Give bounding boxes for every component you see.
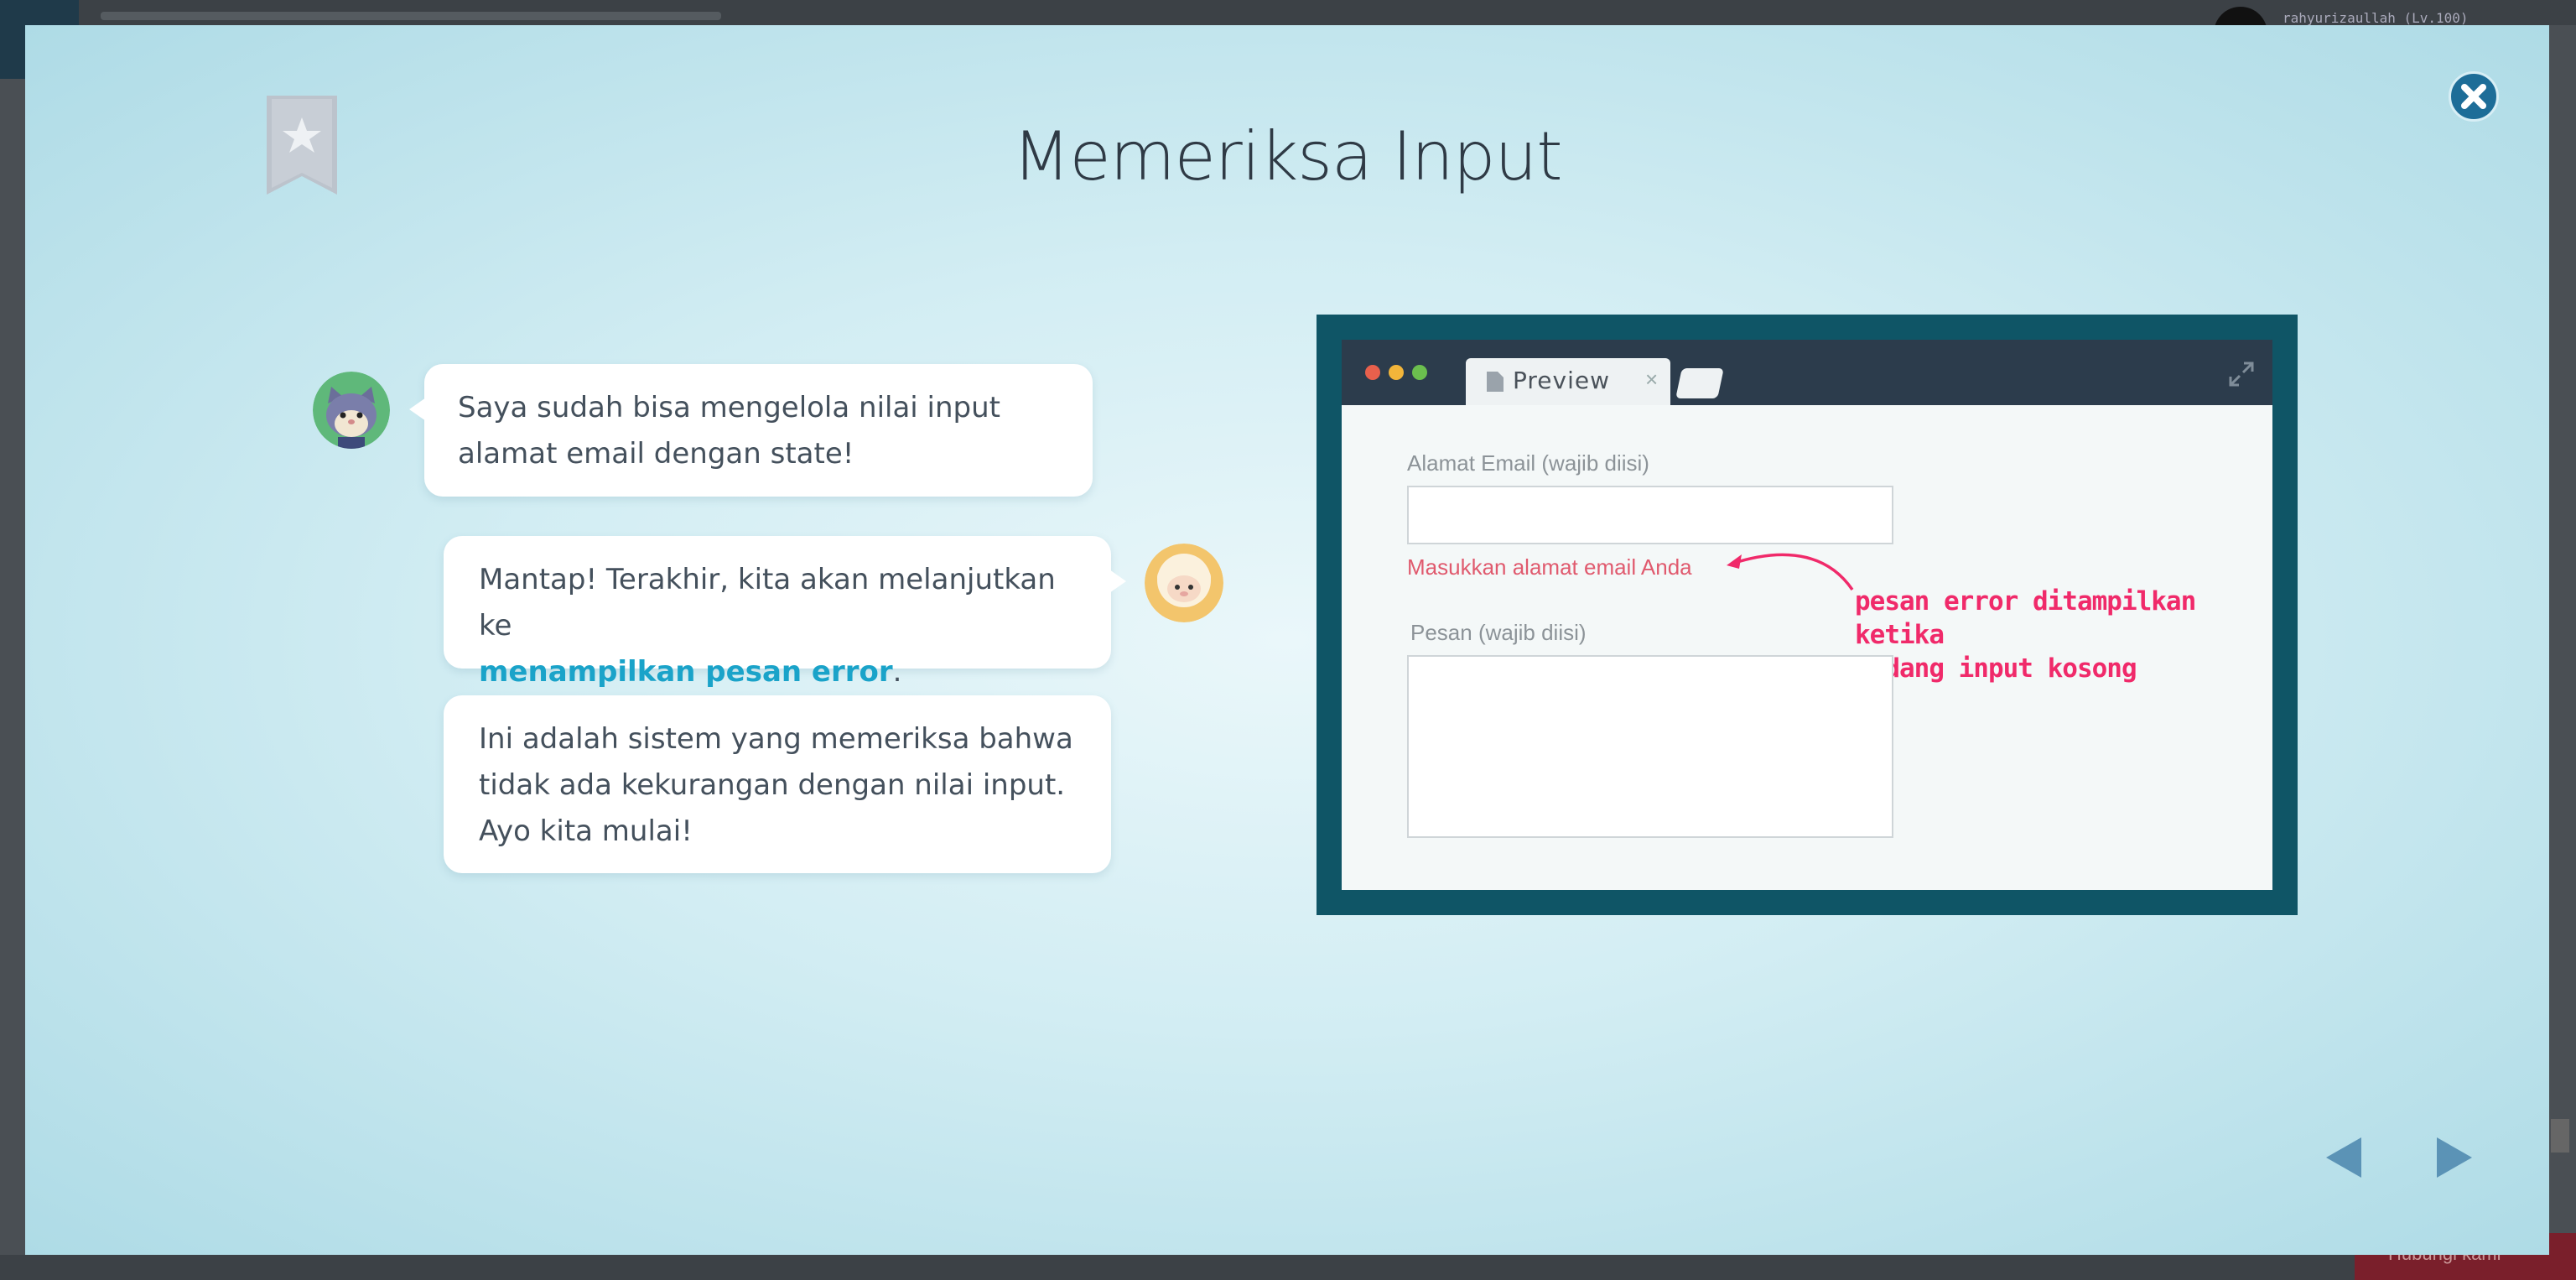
background-bottom-bar — [0, 1255, 2576, 1280]
chat-bubble-1-line-1: Saya sudah bisa mengelola nilai input — [458, 391, 1001, 424]
chat-bubble-2-line-1: Mantap! Terakhir, kita akan melanjutkan … — [479, 563, 1056, 643]
lesson-modal: Memeriksa Input Saya sudah bisa mengelol… — [25, 25, 2549, 1255]
next-arrow-icon[interactable] — [2425, 1132, 2475, 1183]
chat-bubble-3-line-1: Ini adalah sistem yang memeriksa bahwa — [479, 722, 1073, 756]
email-label: Alamat Email (wajib diisi) — [1407, 450, 1649, 476]
chat-bubble-3-line-3: Ayo kita mulai! — [479, 814, 693, 848]
message-field[interactable] — [1407, 655, 1893, 838]
chat-bubble-3: Ini adalah sistem yang memeriksa bahwa t… — [444, 695, 1111, 873]
cat-avatar — [313, 372, 390, 449]
tab-close-icon[interactable]: × — [1645, 367, 1658, 393]
email-field[interactable] — [1407, 486, 1893, 544]
email-error-message: Masukkan alamat email Anda — [1407, 554, 1692, 580]
document-icon — [1487, 372, 1504, 392]
page-title: Memeriksa Input — [1012, 117, 1562, 195]
browser-title-bar: Preview × — [1342, 340, 2272, 405]
preview-panel: Preview × Alamat Email (wajib diisi) Mas… — [1317, 315, 2298, 915]
chat-bubble-2-trailing: . — [892, 655, 902, 689]
tab-preview[interactable]: Preview × — [1466, 358, 1670, 405]
background-search-bar — [101, 12, 721, 20]
annotation-line-2: bidang input kosong — [1855, 653, 2137, 684]
preview-browser: Preview × Alamat Email (wajib diisi) Mas… — [1342, 340, 2272, 890]
previous-arrow-icon[interactable] — [2323, 1132, 2373, 1183]
chat-bubble-1: Saya sudah bisa mengelola nilai input al… — [409, 364, 1093, 497]
background-user-name: rahyurizaullah (Lv.100) — [2283, 10, 2469, 26]
close-dot-icon — [1365, 365, 1380, 380]
tab-preview-label: Preview — [1513, 367, 1610, 394]
annotation-arrow-icon — [1727, 553, 1854, 591]
background-scrollbar — [2551, 1119, 2569, 1153]
chat-bubble-1-line-2: alamat email dengan state! — [458, 437, 854, 471]
highlight-text: menampilkan pesan error — [479, 655, 893, 689]
expand-icon[interactable] — [2227, 360, 2256, 388]
message-label: Pesan (wajib diisi) — [1410, 620, 1587, 645]
chat-bubble-2: Mantap! Terakhir, kita akan melanjutkan … — [444, 536, 1126, 689]
new-tab-button[interactable] — [1675, 368, 1724, 398]
annotation-text: pesan error ditampilkan ketika bidang in… — [1855, 585, 2272, 685]
chat-bubble-2-line-2: menampilkan pesan error. — [479, 649, 1076, 695]
minimize-dot-icon — [1389, 365, 1404, 380]
sheep-avatar — [1145, 544, 1223, 622]
close-icon — [2461, 84, 2486, 109]
annotation-line-1: pesan error ditampilkan ketika — [1855, 586, 2196, 650]
chat-bubble-3-line-2: tidak ada kekurangan dengan nilai input. — [479, 768, 1066, 802]
close-button[interactable] — [2449, 71, 2499, 122]
maximize-dot-icon — [1412, 365, 1427, 380]
